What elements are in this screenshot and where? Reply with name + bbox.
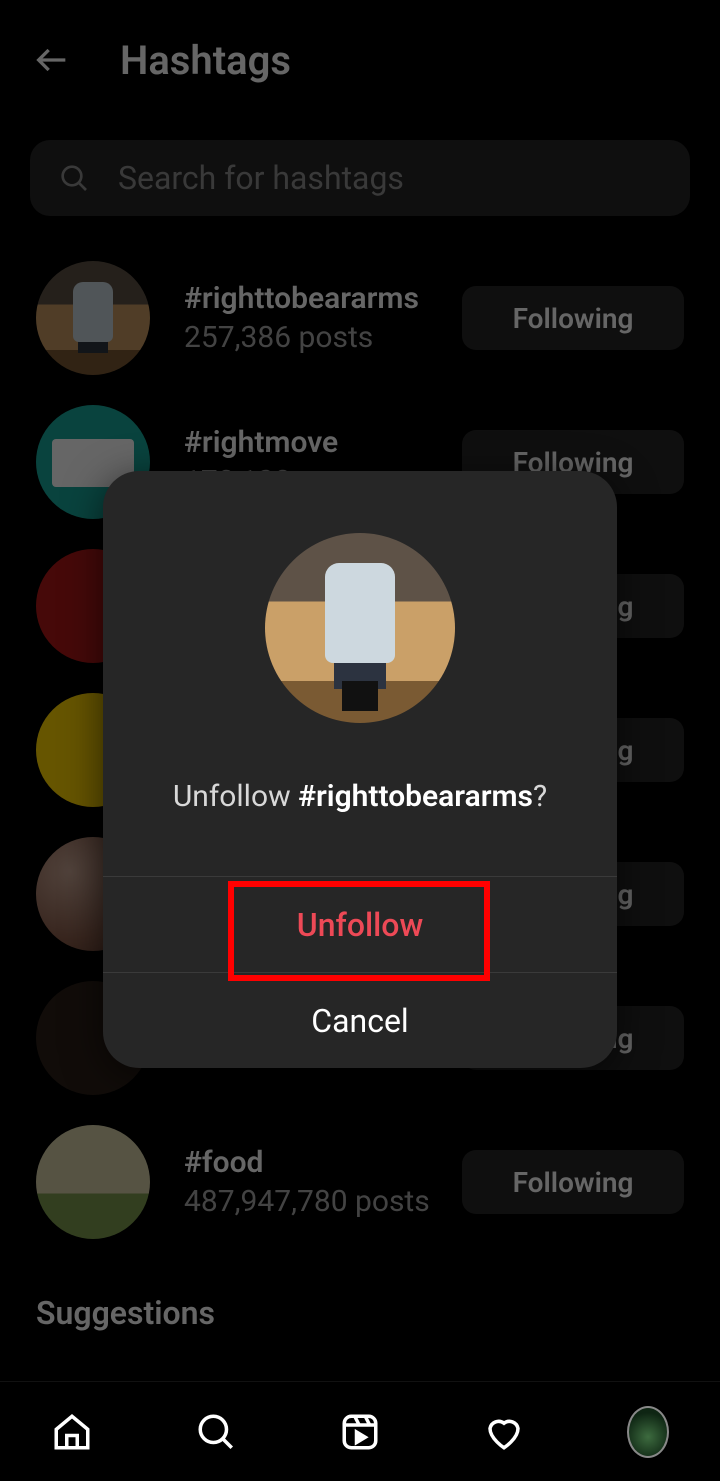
cancel-button[interactable]: Cancel [103,972,617,1068]
nav-search[interactable] [195,1411,237,1453]
nav-profile[interactable] [627,1411,669,1453]
dialog-suffix: ? [533,779,547,814]
dialog-avatar [265,533,455,723]
unfollow-dialog: Unfollow #righttobeararms? Unfollow Canc… [103,471,617,1068]
nav-activity[interactable] [483,1411,525,1453]
profile-avatar-icon [627,1406,669,1458]
nav-home[interactable] [51,1411,93,1453]
search-icon [195,1411,237,1453]
bottom-nav [0,1381,720,1481]
dialog-message: Unfollow #righttobeararms? [103,723,617,876]
nav-reels[interactable] [339,1411,381,1453]
reels-icon [339,1411,381,1453]
heart-icon [483,1411,525,1453]
dialog-target: #righttobeararms [298,779,533,814]
home-icon [51,1411,93,1453]
unfollow-button[interactable]: Unfollow [103,876,617,972]
dialog-prefix: Unfollow [173,779,298,814]
